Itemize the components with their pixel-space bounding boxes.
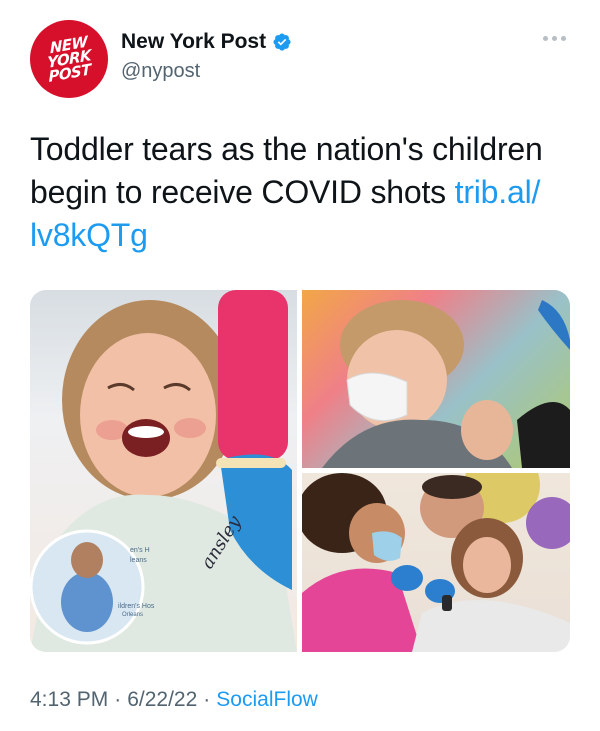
display-name[interactable]: New York Post: [121, 30, 266, 54]
inset-sign-text-2: leans: [130, 557, 147, 564]
photo-crying-toddler[interactable]: en's H leans ildren's Hos Orleans ansley: [30, 290, 297, 652]
avatar[interactable]: NEW YORK POST: [30, 20, 108, 98]
media-grid: en's H leans ildren's Hos Orleans ansley: [30, 290, 570, 652]
tweet-date[interactable]: 6/22/22: [127, 688, 197, 712]
verified-badge-icon: [273, 33, 291, 51]
nypost-logo: NEW YORK POST: [46, 32, 92, 86]
inset-sign-text-4: Orleans: [122, 612, 143, 618]
tweet-metadata: 4:13 PM · 6/22/22 · SocialFlow: [30, 688, 318, 712]
separator: ·: [203, 688, 211, 711]
photo-boy-with-mask[interactable]: [302, 290, 570, 468]
tweet-source[interactable]: SocialFlow: [216, 688, 318, 712]
inset-sign-text-3: ildren's Hos: [118, 603, 155, 610]
photo-nurse-and-family[interactable]: [302, 473, 570, 652]
tweet-author: New York Post @nypost: [121, 30, 292, 83]
tweet-time[interactable]: 4:13 PM: [30, 688, 108, 712]
more-options-icon[interactable]: [543, 36, 566, 41]
tweet-text: Toddler tears as the nation's children b…: [30, 128, 575, 257]
handle[interactable]: @nypost: [121, 60, 292, 83]
separator: ·: [114, 688, 122, 711]
inset-sign-text-1: en's H: [130, 547, 150, 554]
